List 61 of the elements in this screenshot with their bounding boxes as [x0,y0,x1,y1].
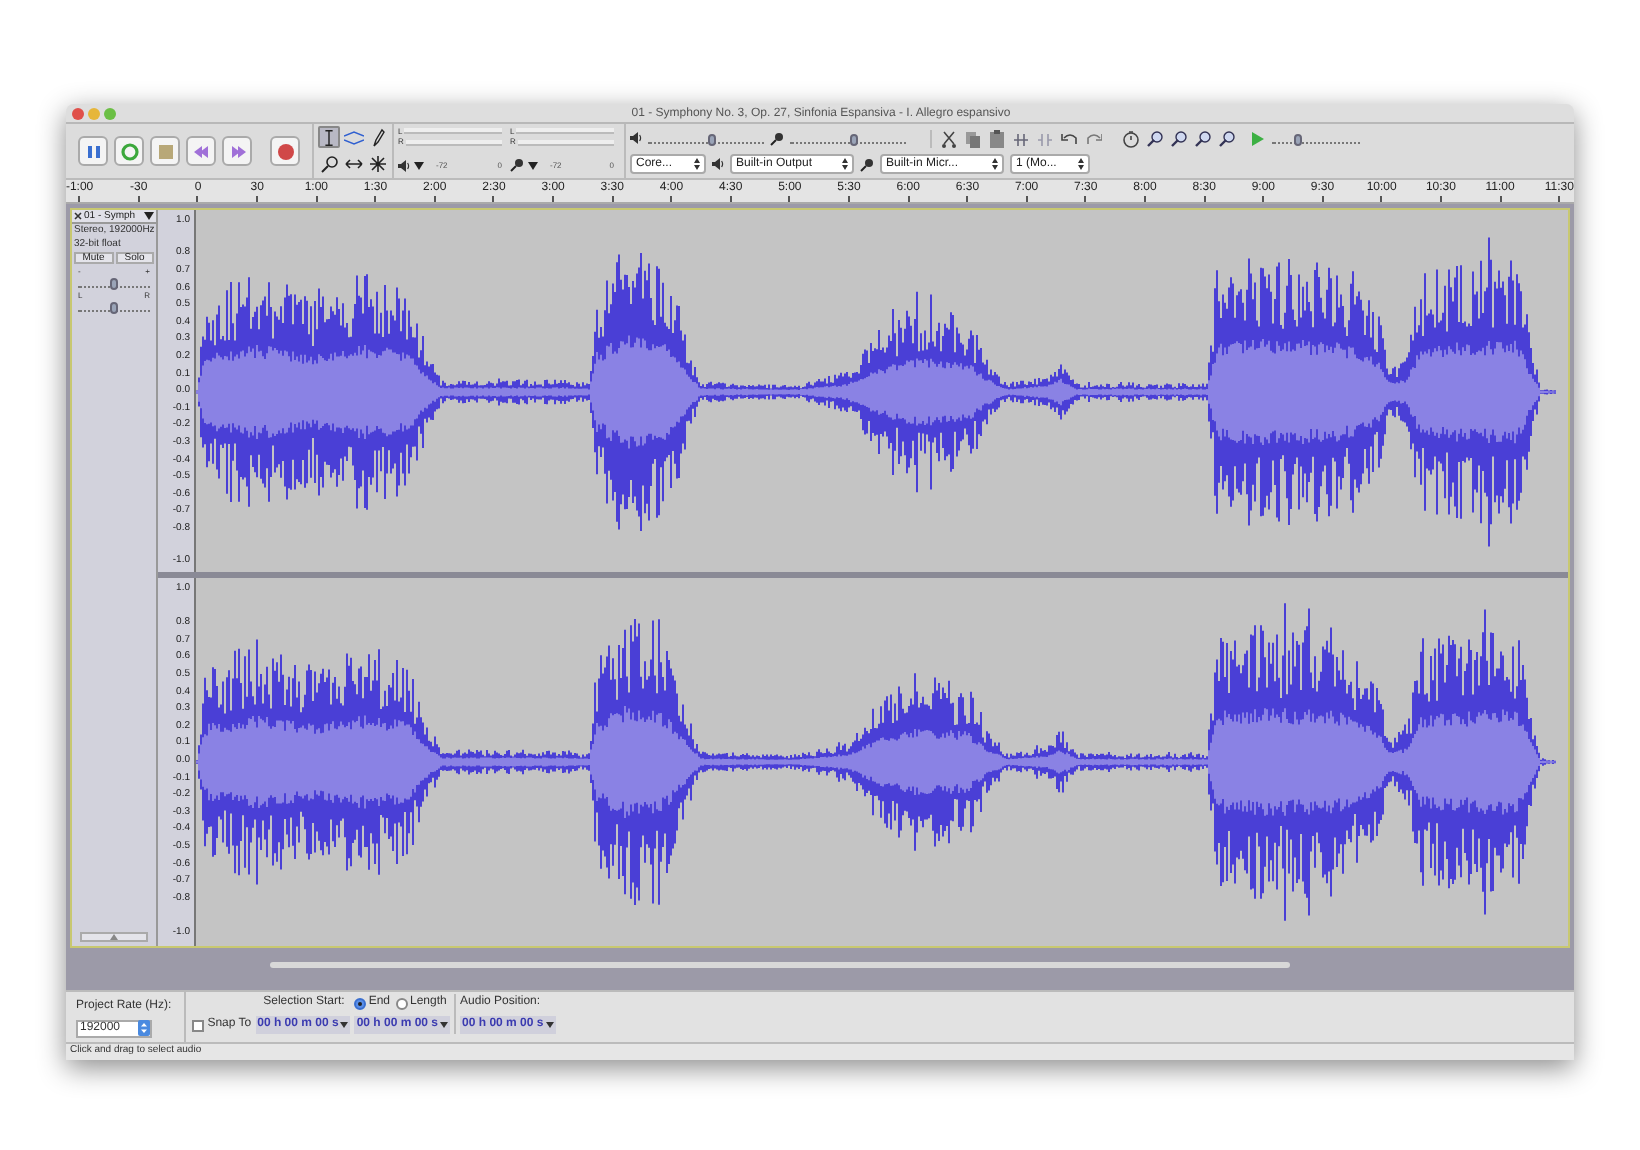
pencil-icon [367,127,387,147]
dropdown-arrow-icon [144,212,154,220]
fit-project-icon[interactable] [1218,129,1236,147]
output-volume-slider[interactable] [648,132,764,144]
slider-thumb[interactable] [707,134,716,146]
slider-thumb[interactable] [110,302,118,314]
speaker-icon [630,132,642,144]
stop-button[interactable] [150,136,180,166]
undo-icon[interactable] [1060,129,1078,147]
zoom-in-icon[interactable] [1146,129,1164,147]
play-speed-slider[interactable] [1272,132,1360,144]
dropdown-arrows-icon [1078,158,1084,170]
envelope-curve-icon [343,127,363,147]
sync-lock-icon[interactable] [1122,129,1140,147]
record-icon [273,139,297,163]
selection-tool[interactable] [318,126,340,148]
dropdown-arrows-icon [842,158,848,170]
close-icon[interactable] [74,212,82,220]
dropdown-arrows-icon [694,158,700,170]
microphone-icon [510,158,524,172]
asterisk-icon [367,153,387,173]
microphone-icon [860,157,874,171]
microphone-icon [770,131,784,145]
input-volume-slider[interactable] [790,132,906,144]
magnifier-icon [319,153,339,173]
dropdown-arrow-icon [340,1022,349,1028]
copy-icon[interactable] [964,129,982,147]
triangle-up-icon [110,934,118,940]
double-arrow-icon [343,153,363,173]
dropdown-arrows-icon [992,158,998,170]
envelope-tool[interactable] [342,126,364,148]
gain-slider[interactable] [78,276,150,288]
pan-slider[interactable] [78,300,150,312]
collapse-track-button[interactable] [80,932,148,942]
slider-thumb[interactable] [849,134,858,146]
cut-icon[interactable] [940,129,958,147]
record-button[interactable] [270,136,300,166]
zoom-tool[interactable] [318,152,340,174]
redo-icon[interactable] [1084,129,1102,147]
speaker-icon [712,158,724,170]
dropdown-arrow-icon [545,1022,554,1028]
dropdown-arrow-icon [440,1022,449,1028]
pause-button[interactable] [78,136,108,166]
skip-to-end-button[interactable] [222,136,252,166]
ring-icon [117,139,141,163]
trim-icon[interactable] [1012,129,1030,147]
multi-tool[interactable] [366,152,388,174]
stop-icon [153,139,177,163]
stepper-icon[interactable] [138,1020,150,1036]
dropdown-arrow-icon[interactable] [528,161,538,169]
close-button[interactable] [72,107,84,119]
horizontal-scrollbar[interactable] [270,961,1290,967]
dropdown-arrow-icon[interactable] [414,161,424,169]
i-beam-icon [320,127,338,147]
skip-to-start-button[interactable] [186,136,216,166]
speaker-icon [398,159,410,171]
zoom-out-icon[interactable] [1170,129,1188,147]
fit-selection-icon[interactable] [1194,129,1212,147]
slider-thumb[interactable] [110,278,118,290]
paste-icon[interactable] [988,129,1006,147]
slider-thumb[interactable] [1294,134,1303,146]
